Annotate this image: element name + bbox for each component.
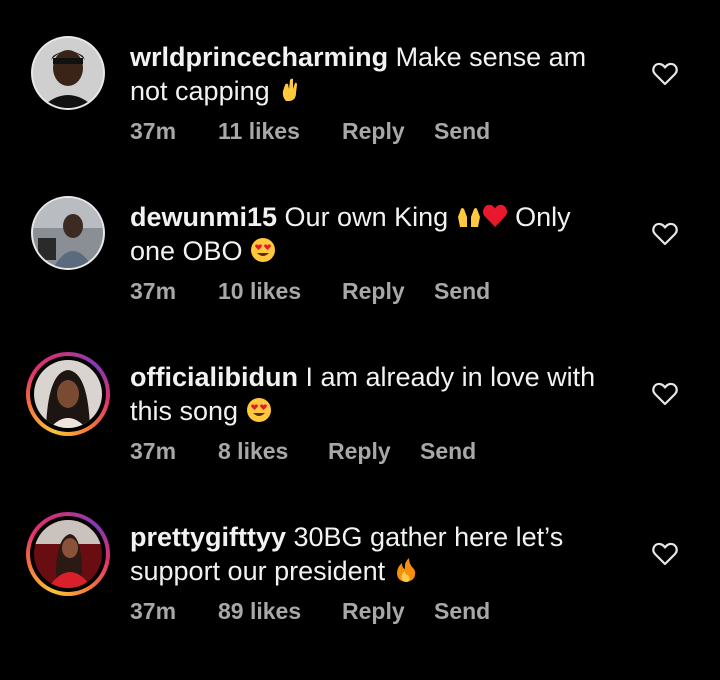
- heart-icon[interactable]: [652, 382, 678, 406]
- send-button[interactable]: Send: [434, 598, 490, 625]
- heart-icon[interactable]: [652, 222, 678, 246]
- username[interactable]: wrldprincecharming: [130, 42, 388, 72]
- raising-hands-icon: [457, 208, 480, 227]
- avatar-image: [34, 520, 102, 588]
- avatar[interactable]: [26, 512, 110, 596]
- username[interactable]: prettygifttyy: [130, 522, 286, 552]
- avatar-image: [33, 38, 103, 108]
- reply-button[interactable]: Reply: [342, 118, 434, 145]
- heart-eyes-icon: [251, 238, 276, 262]
- red-heart-icon: [482, 204, 507, 227]
- likes-count[interactable]: 89 likes: [218, 598, 342, 625]
- username[interactable]: officialibidun: [130, 362, 298, 392]
- heart-icon[interactable]: [652, 542, 678, 566]
- likes-count[interactable]: 11 likes: [218, 118, 342, 145]
- timestamp: 37m: [130, 118, 177, 144]
- avatar-image: [34, 360, 102, 428]
- send-button[interactable]: Send: [420, 438, 476, 465]
- send-button[interactable]: Send: [434, 118, 490, 145]
- timestamp: 37m: [130, 438, 177, 464]
- comment-text: dewunmi15 Our own King Only one OBO: [130, 200, 610, 268]
- likes-count[interactable]: 10 likes: [218, 278, 342, 305]
- avatar-image: [33, 198, 103, 268]
- comment-text: wrldprincecharming Make sense am not cap…: [130, 40, 610, 108]
- heart-icon[interactable]: [652, 62, 678, 86]
- avatar[interactable]: [30, 195, 106, 271]
- send-button[interactable]: Send: [434, 278, 490, 305]
- comment-item: dewunmi15 Our own King Only one OBO 37m …: [0, 196, 720, 360]
- comment-meta: 37m 10 likes Reply Send: [130, 278, 490, 305]
- comment-meta: 37m 11 likes Reply Send: [130, 118, 490, 145]
- comment-item: officialibidun I am already in love with…: [0, 352, 720, 520]
- heart-eyes-icon: [246, 398, 271, 422]
- comment-body: Our own King: [277, 202, 456, 232]
- comment-item: prettygifttyy 30BG gather here let’s sup…: [0, 512, 720, 680]
- username[interactable]: dewunmi15: [130, 202, 277, 232]
- avatar[interactable]: [30, 35, 106, 111]
- timestamp: 37m: [130, 278, 177, 304]
- comment-text: officialibidun I am already in love with…: [130, 360, 610, 428]
- avatar[interactable]: [26, 352, 110, 436]
- timestamp: 37m: [130, 598, 177, 624]
- crossed-fingers-icon: [282, 78, 298, 101]
- comment-item: wrldprincecharming Make sense am not cap…: [0, 36, 720, 200]
- fire-icon: [396, 558, 415, 582]
- likes-count[interactable]: 8 likes: [218, 438, 328, 465]
- comment-meta: 37m 8 likes Reply Send: [130, 438, 476, 465]
- reply-button[interactable]: Reply: [342, 598, 434, 625]
- reply-button[interactable]: Reply: [342, 278, 434, 305]
- reply-button[interactable]: Reply: [328, 438, 420, 465]
- comment-meta: 37m 89 likes Reply Send: [130, 598, 490, 625]
- comment-text: prettygifttyy 30BG gather here let’s sup…: [130, 520, 610, 588]
